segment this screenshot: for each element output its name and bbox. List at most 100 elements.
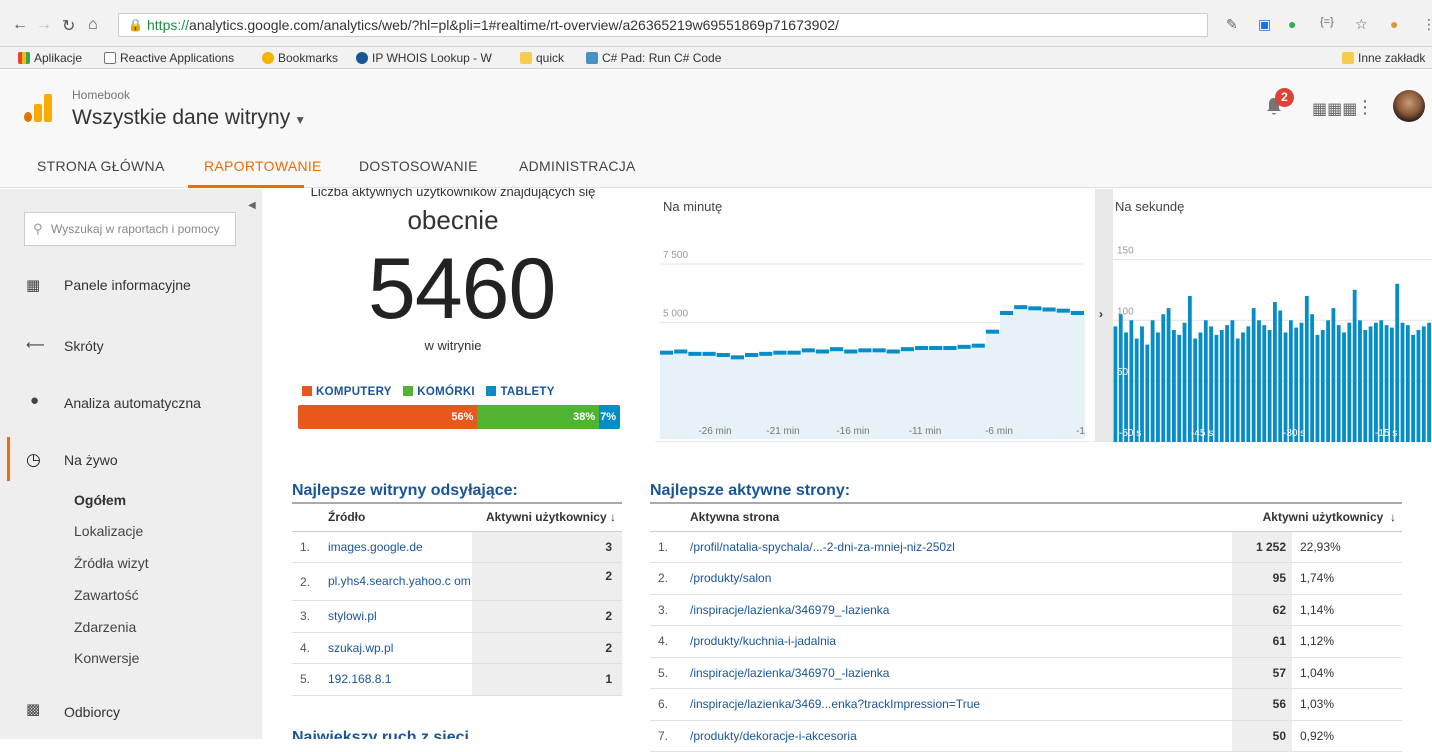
device-legend: KOMPUTERY KOMÓRKI TABLETY — [302, 386, 563, 398]
bar — [1352, 289, 1357, 442]
home-icon[interactable]: ⌂ — [88, 16, 98, 34]
extension-icon[interactable]: ✎ — [1226, 16, 1238, 33]
referrer-link[interactable]: images.google.de — [322, 531, 472, 563]
cookie-icon[interactable]: ● — [1390, 16, 1398, 32]
column-header-page[interactable]: Aktywna strona — [684, 503, 1232, 532]
page-link[interactable]: /inspiracje/lazienka/3469...enka?trackIm… — [684, 688, 1232, 721]
collapse-sidebar-icon[interactable]: ◀ — [248, 200, 256, 211]
referrer-link[interactable]: pl.yhs4.search.yahoo.c om — [322, 562, 472, 601]
bar — [1177, 334, 1182, 442]
bar — [1395, 283, 1400, 442]
page-link[interactable]: /produkty/salon — [684, 562, 1232, 595]
bookmark-folder-other[interactable]: Inne zakładk — [1342, 51, 1425, 65]
sidebar-item-dashboards[interactable]: Panele informacyjne — [64, 277, 191, 293]
page-link[interactable]: /produkty/kuchnia-i-jadalnia — [684, 625, 1232, 658]
referrer-users: 2 — [472, 632, 622, 664]
bar — [1171, 330, 1176, 442]
page-link[interactable]: /inspiracje/lazienka/346979_-lazienka — [684, 594, 1232, 626]
table-row: 1. images.google.de 3 — [292, 531, 622, 563]
page-link[interactable]: /produkty/dekoracje-i-akcesoria — [684, 720, 1232, 752]
chart-title-per-second: Na sekundę — [1115, 199, 1185, 214]
chart-title-per-minute: Na minutę — [663, 199, 723, 214]
star-icon — [262, 52, 274, 64]
apps-icon — [18, 52, 30, 64]
per-minute-chart: 7 5005 0002 500-26 min-21 min-16 min-11 … — [660, 250, 1085, 439]
bookmark-item[interactable]: IP WHOIS Lookup - W — [356, 51, 492, 65]
tab-home[interactable]: STRONA GŁÓWNA — [37, 158, 165, 174]
sidebar-item-audience[interactable]: Odbiorcy — [64, 704, 120, 720]
bar — [1294, 327, 1299, 442]
per-minute-chart-panel: Na minutę 7 5005 0002 500-26 min-21 min-… — [655, 189, 1095, 442]
column-header-source[interactable]: Źródło — [322, 503, 472, 532]
sidebar-item-shortcuts[interactable]: Skróty — [64, 338, 104, 354]
bar — [1193, 338, 1198, 442]
bookmark-item[interactable]: Reactive Applications — [104, 51, 234, 65]
bar — [1273, 302, 1277, 442]
reload-icon[interactable]: ↻ — [62, 16, 75, 36]
bookmark-item[interactable]: Bookmarks — [262, 51, 338, 65]
referrer-link[interactable]: 192.168.8.1 — [322, 663, 472, 696]
sidebar-subitem-locations[interactable]: Lokalizacje — [74, 523, 143, 539]
referrer-users: 3 — [472, 531, 622, 563]
tab-reporting[interactable]: RAPORTOWANIE — [204, 158, 322, 174]
search-input[interactable]: ⚲ Wyszukaj w raportach i pomocy — [24, 212, 236, 246]
bookmark-apps[interactable]: Aplikacje — [18, 51, 82, 65]
referrer-users: 2 — [472, 600, 622, 633]
bar — [1336, 325, 1341, 442]
page-link[interactable]: /profil/natalia-spychala/...-2-dni-za-mn… — [684, 531, 1232, 563]
row-number: 1. — [650, 531, 684, 563]
more-options-icon[interactable]: ⋮ — [1356, 97, 1374, 118]
forward-icon[interactable]: → — [36, 16, 52, 34]
active-users-caption: Liczba aktywnych użytkowników znajdujący… — [310, 188, 596, 199]
bar — [1347, 322, 1352, 442]
chart-divider[interactable]: › — [1095, 189, 1113, 442]
bar — [1251, 308, 1256, 442]
page-users-percent: 0,92% — [1292, 720, 1402, 752]
sidebar-subitem-traffic-sources[interactable]: Źródła wizyt — [74, 555, 149, 571]
extension-icon[interactable]: ▣ — [1258, 16, 1271, 33]
sidebar-item-realtime[interactable]: Na żywo — [64, 452, 118, 468]
bar — [1161, 314, 1166, 442]
extension-icon[interactable]: ● — [1288, 16, 1296, 32]
menu-icon[interactable]: ⋮ — [1422, 16, 1432, 33]
chevron-down-icon: ▼ — [294, 113, 307, 127]
y-tick-label: 50 — [1117, 367, 1129, 378]
bookmark-item[interactable]: C# Pad: Run C# Code — [586, 51, 721, 65]
tab-admin[interactable]: ADMINISTRACJA — [519, 158, 636, 174]
sidebar-subitem-overview[interactable]: Ogółem — [74, 492, 126, 508]
row-number: 5. — [292, 663, 322, 696]
analytics-header: Homebook Wszystkie dane witryny ▼ 2 ▦▦▦ ⋮ — [0, 70, 1432, 142]
table-row: 6./inspiracje/lazienka/3469...enka?track… — [650, 688, 1402, 721]
back-icon[interactable]: ← — [12, 16, 28, 34]
page-link[interactable]: /inspiracje/lazienka/346970_-lazienka — [684, 657, 1232, 689]
address-bar[interactable]: 🔒 https://analytics.google.com/analytics/… — [118, 13, 1208, 37]
pages-table: Aktywna strona Aktywni użytkownicy ↓ 1. /… — [650, 502, 1402, 752]
extension-icon[interactable]: {=} — [1320, 16, 1334, 28]
star-icon[interactable]: ☆ — [1355, 16, 1368, 33]
bar — [1198, 332, 1203, 442]
bar — [1421, 326, 1426, 442]
page-users: 61 — [1232, 625, 1292, 658]
device-segment-2: 7% — [599, 405, 620, 429]
column-header-active-users[interactable]: Aktywni użytkownicy ↓ — [1232, 503, 1402, 532]
sidebar-subitem-content[interactable]: Zawartość — [74, 587, 139, 603]
sidebar-subitem-events[interactable]: Zdarzenia — [74, 619, 136, 635]
referrer-link[interactable]: szukaj.wp.pl — [322, 632, 472, 664]
bookmark-folder[interactable]: quick — [520, 51, 564, 65]
sidebar-item-intelligence[interactable]: Analiza automatyczna — [64, 395, 201, 411]
bar — [1315, 334, 1320, 442]
apps-grid-icon[interactable]: ▦▦▦ — [1312, 99, 1357, 119]
page-users-percent: 1,12% — [1292, 625, 1402, 658]
column-header-active-users[interactable]: Aktywni użytkownicy ↓ — [472, 503, 622, 532]
sidebar-subitem-conversions[interactable]: Konwersje — [74, 650, 139, 666]
bar — [1363, 330, 1368, 442]
tab-customization[interactable]: DOSTOSOWANIE — [359, 158, 478, 174]
bar — [1288, 320, 1293, 442]
now-label: obecnie — [407, 205, 499, 235]
avatar[interactable] — [1393, 90, 1425, 122]
referrer-link[interactable]: stylowi.pl — [322, 600, 472, 633]
notification-badge[interactable]: 2 — [1275, 88, 1294, 107]
people-icon: ▩ — [26, 701, 41, 718]
search-icon: ⚲ — [33, 221, 43, 236]
property-selector[interactable]: Wszystkie dane witryny ▼ — [72, 106, 306, 130]
